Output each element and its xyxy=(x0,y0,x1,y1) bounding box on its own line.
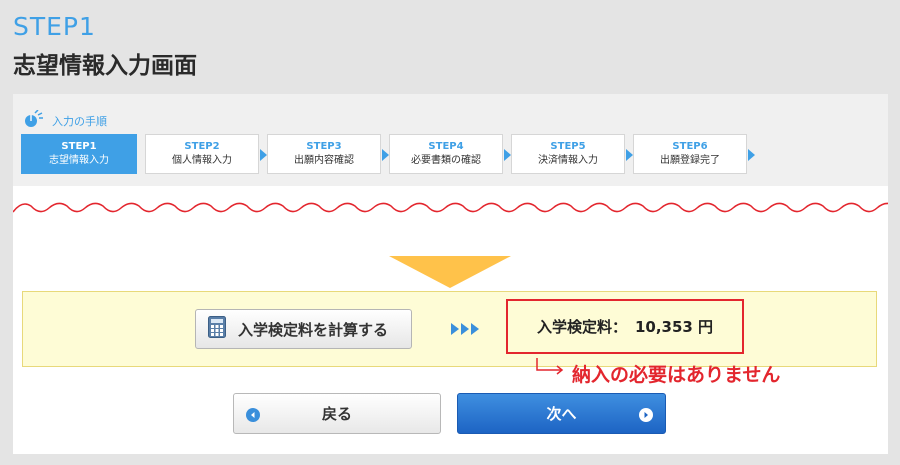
step-label: 決済情報入力 xyxy=(538,155,598,166)
step-item-5: STEP5 決済情報入力 xyxy=(511,134,633,174)
procedure-heading-label: 入力の手順 xyxy=(52,115,107,128)
step-arrow-icon xyxy=(260,149,267,161)
step-arrow-icon xyxy=(382,149,389,161)
fee-box: 入学検定料を計算する 入学検定料： 10,353 円 xyxy=(22,291,877,367)
step-num: STEP3 xyxy=(306,141,342,152)
calculator-icon xyxy=(208,316,226,342)
fee-result-label: 入学検定料： xyxy=(536,318,627,336)
step-item-1: STEP1 志望情報入力 xyxy=(21,134,137,174)
procedure-bar: 入力の手順 STEP1 志望情報入力 STEP2 個人情報入力 STEP3 出願… xyxy=(13,94,888,186)
step-label: 出願登録完了 xyxy=(660,155,720,166)
back-button[interactable]: 戻る xyxy=(233,393,441,434)
step-arrow-icon xyxy=(626,149,633,161)
step-label: 個人情報入力 xyxy=(172,155,232,166)
main-panel: 入力の手順 STEP1 志望情報入力 STEP2 個人情報入力 STEP3 出願… xyxy=(13,94,888,454)
procedure-heading: 入力の手順 xyxy=(22,109,107,132)
mouse-cursor-icon xyxy=(22,109,48,132)
step-arrow-icon xyxy=(748,149,755,161)
step-arrow-icon xyxy=(504,149,511,161)
fee-result-value: 10,353 円 xyxy=(634,318,714,336)
page-title: 志望情報入力画面 xyxy=(13,53,197,79)
wave-divider xyxy=(13,202,888,213)
step-item-4: STEP4 必要書類の確認 xyxy=(389,134,511,174)
step-num: STEP1 xyxy=(61,141,97,152)
step-item-6: STEP6 出願登録完了 xyxy=(633,134,755,174)
back-label: 戻る xyxy=(321,405,352,423)
step-num: STEP2 xyxy=(184,141,220,152)
step-num: STEP4 xyxy=(428,141,464,152)
down-arrow-icon xyxy=(389,256,511,288)
fee-result: 入学検定料： 10,353 円 xyxy=(506,299,744,354)
next-label: 次へ xyxy=(546,405,577,423)
step-item-2: STEP2 個人情報入力 xyxy=(145,134,267,174)
no-payment-note: 納入の必要はありません xyxy=(572,364,781,386)
return-arrow-icon xyxy=(536,358,564,375)
next-button[interactable]: 次へ xyxy=(457,393,666,434)
step-label: 出願内容確認 xyxy=(294,155,354,166)
triple-arrow-icon xyxy=(451,323,479,335)
chevron-right-circle-icon xyxy=(639,407,653,426)
calculate-fee-button[interactable]: 入学検定料を計算する xyxy=(195,309,412,349)
step-num: STEP6 xyxy=(672,141,708,152)
step-label: 志望情報入力 xyxy=(49,155,109,166)
step-item-3: STEP3 出願内容確認 xyxy=(267,134,389,174)
step-list: STEP1 志望情報入力 STEP2 個人情報入力 STEP3 出願内容確認 S… xyxy=(21,134,755,174)
step-num: STEP5 xyxy=(550,141,586,152)
chevron-left-circle-icon xyxy=(246,407,260,426)
step-label: 必要書類の確認 xyxy=(411,155,481,166)
calculate-fee-label: 入学検定料を計算する xyxy=(238,320,389,339)
step-number: STEP1 xyxy=(13,12,96,41)
